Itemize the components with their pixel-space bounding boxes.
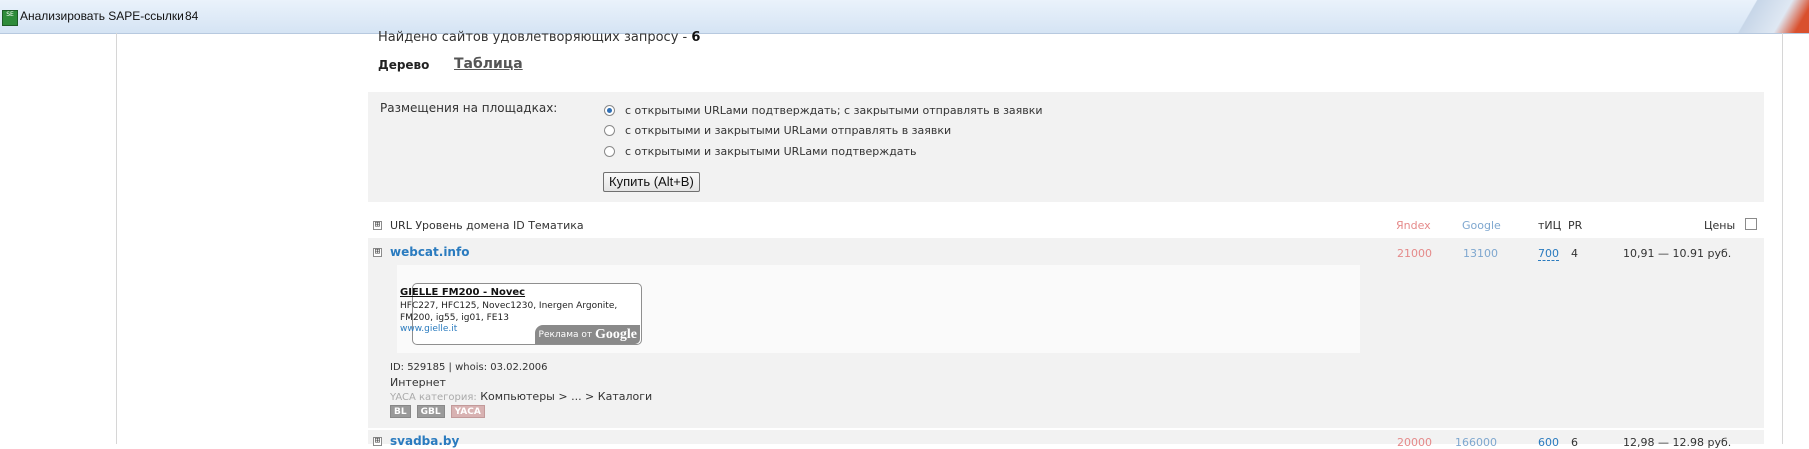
badge-yaca[interactable]: YACA <box>450 405 485 418</box>
window-count: 84 <box>185 9 199 23</box>
google-logo: Google <box>595 327 637 342</box>
expand-all-icon[interactable]: ⊞ <box>373 221 382 230</box>
tic-value-link[interactable]: 600 <box>1538 436 1559 449</box>
ad-description: HFC227, HFC125, Novec1230, Inergen Argon… <box>400 301 618 323</box>
column-header-google[interactable]: Google <box>1462 219 1501 232</box>
window-titlebar: SE Анализировать SAPE-ссылки 84 <box>0 0 1809 34</box>
results-found-count: 6 <box>691 30 701 45</box>
column-header-yandex[interactable]: Яndex <box>1396 219 1431 232</box>
placement-option-3[interactable]: с открытыми и закрытыми URLами подтвержд… <box>604 143 916 159</box>
placement-option-label: с открытыми и закрытыми URLами подтвержд… <box>625 144 917 158</box>
column-header-tic[interactable]: тИЦ <box>1538 219 1561 232</box>
badge-gbl[interactable]: GBL <box>416 405 445 418</box>
yaca-label: YACA категория: <box>390 392 477 403</box>
results-summary: Найдено сайтов удовлетворяющих запросу -… <box>378 30 700 45</box>
site-link[interactable]: svadba.by <box>390 434 459 448</box>
titlebar-decoration <box>1709 0 1809 33</box>
status-badges: BL GBL YACA <box>390 405 485 418</box>
ad-title-link[interactable]: GIELLE FM200 - Novec <box>400 287 525 298</box>
yaca-category: YACA категория: Компьютеры > ... > Катал… <box>390 390 652 403</box>
ads-by-google-badge[interactable]: Реклама от Google <box>535 325 640 344</box>
expand-row-icon[interactable]: ⊞ <box>373 248 382 257</box>
select-all-checkbox[interactable] <box>1745 218 1757 230</box>
table-header-labels[interactable]: URL Уровень домена ID Тематика <box>390 219 584 232</box>
pr-value: 6 <box>1571 436 1578 449</box>
radio-button[interactable] <box>604 124 615 136</box>
pr-value: 4 <box>1571 247 1578 260</box>
ad-badge-text: Реклама от <box>538 330 593 340</box>
tic-value-link[interactable]: 700 <box>1538 247 1559 261</box>
placement-option-1[interactable]: с открытыми URLами подтверждать; с закры… <box>604 102 1043 118</box>
badge-bl[interactable]: BL <box>390 405 411 418</box>
expand-row-icon[interactable]: ⊞ <box>373 437 382 446</box>
google-value: 166000 <box>1455 436 1497 449</box>
placement-panel <box>368 92 1764 202</box>
price-value: 10,91 — 10.91 руб. <box>1623 247 1732 260</box>
tab-table[interactable]: Таблица <box>454 56 523 72</box>
column-header-pr[interactable]: PR <box>1568 219 1582 232</box>
yaca-path: Компьютеры > ... > Каталоги <box>480 390 653 403</box>
yandex-value: 20000 <box>1397 436 1432 449</box>
buy-button[interactable]: Купить (Alt+B) <box>603 172 700 192</box>
site-category: Интернет <box>390 376 446 389</box>
column-header-price[interactable]: Цены <box>1704 219 1735 232</box>
placement-option-label: с открытыми URLами подтверждать; с закры… <box>625 103 1043 117</box>
results-found-label: Найдено сайтов удовлетворяющих запросу - <box>378 30 688 45</box>
radio-button-selected[interactable] <box>604 104 615 116</box>
placement-option-label: с открытыми и закрытыми URLами отправлят… <box>625 123 952 137</box>
site-id-whois: ID: 529185 | whois: 03.02.2006 <box>390 362 548 373</box>
price-value: 12,98 — 12.98 руб. <box>1623 436 1732 449</box>
placement-label: Размещения на площадках: <box>380 101 558 115</box>
ad-url[interactable]: www.gielle.it <box>400 324 457 334</box>
window-title: Анализировать SAPE-ссылки <box>20 9 184 23</box>
tab-tree[interactable]: Дерево <box>378 58 429 72</box>
app-grid-icon: SE <box>2 10 18 26</box>
placement-option-2[interactable]: с открытыми и закрытыми URLами отправлят… <box>604 122 951 138</box>
google-value: 13100 <box>1463 247 1498 260</box>
yandex-value: 21000 <box>1397 247 1432 260</box>
site-link[interactable]: webcat.info <box>390 245 469 259</box>
radio-button[interactable] <box>604 145 615 157</box>
